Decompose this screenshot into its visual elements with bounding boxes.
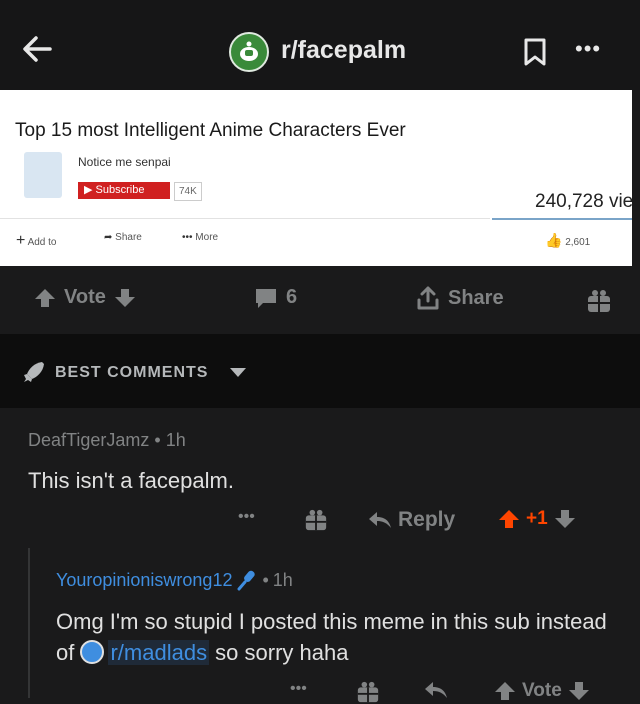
plus-icon: + [16,232,26,249]
downvote-icon[interactable] [114,288,136,308]
comment-body: This isn't a facepalm. [28,468,234,493]
gift-award-icon[interactable] [304,508,328,532]
add-to-action: + Add to [16,232,57,249]
reply-body: Omg I'm so stupid I posted this meme in … [56,606,616,668]
channel-name: Notice me senpai [78,155,171,169]
comments-sort-bar[interactable]: BEST COMMENTS [0,334,640,408]
gift-award-icon[interactable] [356,680,380,704]
reply-more-icon[interactable]: ••• [290,680,307,698]
like-count: 👍 2,601 [545,232,591,248]
top-bar: r/facepalm ••• [0,0,640,90]
reply-meta: Youropinioniswrong12 • 1h [56,569,293,591]
microphone-flair-icon [237,570,256,591]
thumbs-up-icon: 👍 [545,232,563,248]
reply-label: Reply [398,508,456,531]
subscriber-count: 74K [174,182,202,201]
channel-avatar [24,152,62,198]
more-action-yt: ••• More [182,232,219,243]
separator-dot: • [154,430,166,450]
comment-time: 1h [165,430,186,450]
view-count: 240,728 vie [535,191,634,212]
share-icon [417,286,439,310]
dots-icon: ••• [182,232,193,243]
gift-award-icon[interactable] [586,288,612,314]
comment-author[interactable]: DeafTigerJamz [28,430,149,450]
play-icon: ▶ [84,184,96,196]
comments-button[interactable]: 6 [254,286,297,309]
vote-control[interactable]: Vote [34,286,136,309]
share-button[interactable]: Share [416,286,504,310]
upvote-icon[interactable] [34,288,56,308]
thread-line[interactable] [28,548,30,698]
video-title: Top 15 most Intelligent Anime Characters… [15,120,406,141]
sort-label: BEST COMMENTS [55,364,209,381]
reply-button[interactable]: Reply [368,508,455,532]
bookmark-icon[interactable] [523,38,547,66]
share-arrow-icon: ➦ [104,232,113,243]
reply-time: 1h [272,569,293,590]
downvote-icon[interactable] [568,680,590,702]
reply-arrow-icon [369,512,391,528]
comment-count: 6 [286,286,298,308]
upvote-icon[interactable] [498,508,520,530]
share-label: Share [448,286,504,309]
vote-label: Vote [64,286,106,308]
subscribe-label: Subscribe [95,184,145,196]
back-arrow-icon[interactable] [20,32,54,66]
reply-vote-label: Vote [522,680,562,701]
comment-thread: DeafTigerJamz • 1h This isn't a facepalm… [0,408,640,703]
comment-vote-control: +1 [498,508,576,530]
post-image[interactable]: Top 15 most Intelligent Anime Characters… [0,90,634,266]
subreddit-avatar[interactable] [229,32,269,72]
subreddit-link[interactable]: r/madlads [108,640,210,665]
like-ratio-bar [492,218,632,220]
share-action-yt: ➦ Share [104,232,142,243]
upvote-icon[interactable] [494,680,516,702]
reply-arrow-icon[interactable] [424,680,448,700]
divider [0,218,490,219]
comment-meta: DeafTigerJamz • 1h [28,430,186,451]
chevron-down-icon [230,368,246,377]
rocket-icon [24,362,44,382]
comment-more-icon[interactable]: ••• [238,508,255,526]
reply-vote-control: Vote [494,680,590,702]
reply-text-end: so sorry haha [209,640,349,665]
comment-bubble-icon [256,288,276,308]
separator-dot: • [262,569,269,590]
downvote-icon[interactable] [554,508,576,530]
subreddit-link-icon [80,640,105,664]
more-options-icon[interactable]: ••• [575,36,601,62]
reply-author[interactable]: Youropinioniswrong12 [56,570,232,591]
facepalm-snoo-icon [240,41,258,61]
subreddit-name[interactable]: r/facepalm [281,36,406,65]
subscribe-button: ▶ Subscribe [78,182,170,199]
comment-score: +1 [526,508,548,529]
post-action-bar: Vote 6 Share [0,266,640,334]
